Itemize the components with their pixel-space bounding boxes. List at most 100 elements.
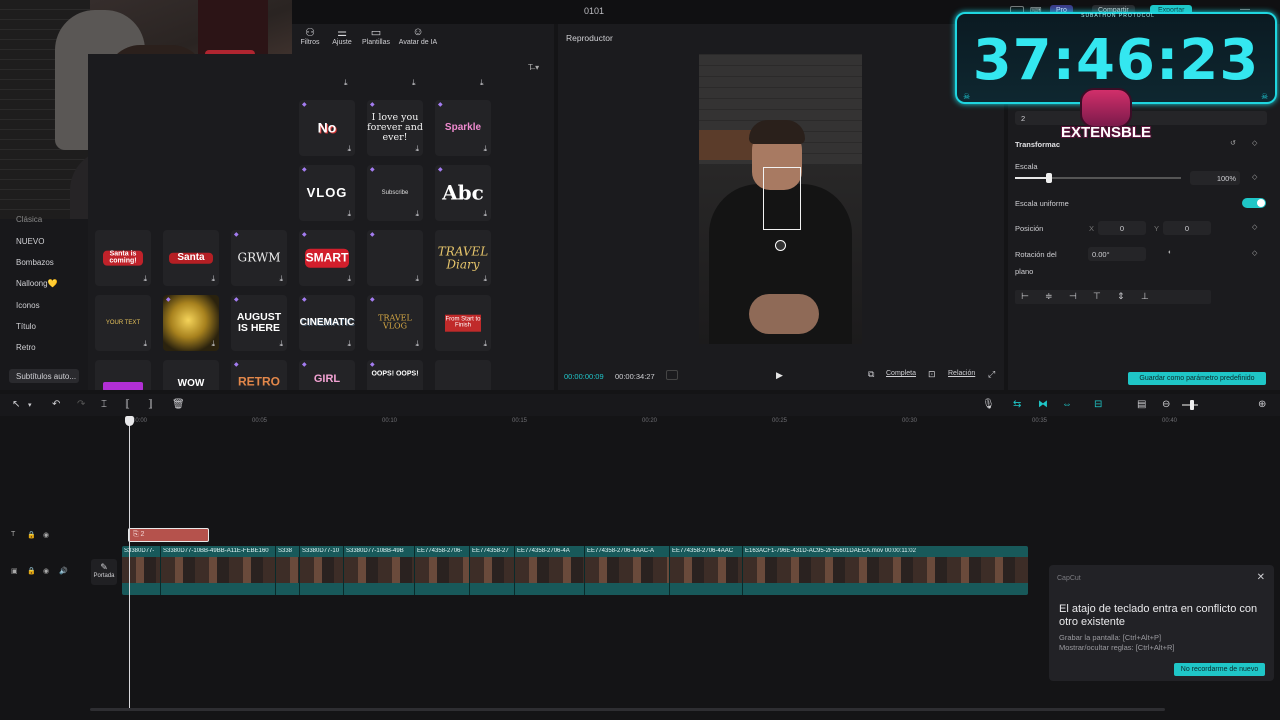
download-icon[interactable]: ⤓ [347,339,351,349]
sticker-tile[interactable]: ◆ CINEMATIC ⤓ [299,295,355,351]
magnet-icon[interactable]: ⧓ [1038,399,1048,410]
align-middle-icon[interactable]: ⇕ [1117,291,1125,302]
scale-value[interactable]: 100% [1190,171,1240,185]
speaker-icon[interactable]: 🔊 [59,567,68,575]
download-icon[interactable]: ⤓ [347,209,351,219]
video-preview[interactable] [699,54,862,344]
download-icon[interactable]: ⤓ [344,78,348,88]
trim-left-icon[interactable]: ⟦ [125,399,130,410]
scale-slider-handle[interactable] [1046,173,1052,183]
sticker-tile[interactable]: Santa ⤓ [163,230,219,286]
cat-nalloong[interactable]: Nalloong💛 [16,279,58,288]
sticker-tile[interactable]: ◆ GIRL [299,360,355,390]
cat-clasica[interactable]: Clásica [16,215,42,224]
close-icon[interactable]: ✕ [1257,572,1265,583]
split-icon[interactable]: ⌶ [101,399,107,410]
cat-nuevo[interactable]: NUEVO [16,237,44,246]
sticker-tile[interactable]: ◆ ⤓ [163,295,219,351]
sticker-tile[interactable]: WOW [163,360,219,390]
play-icon[interactable]: ▶ [776,370,783,381]
sticker-tile[interactable] [435,360,491,390]
reset-icon[interactable]: ↺ [1230,139,1236,147]
download-icon[interactable]: ⤓ [483,274,487,284]
download-icon[interactable]: ⤓ [279,339,283,349]
sticker-tile[interactable]: ◆ No ⤓ [299,100,355,156]
tab-avatar[interactable]: ☺ Avatar de IA [396,26,440,46]
cat-retro[interactable]: Retro [16,343,36,352]
download-icon[interactable]: ⤓ [415,144,419,154]
playhead-handle[interactable] [125,416,134,426]
download-icon[interactable]: ⤓ [279,274,283,284]
delete-icon[interactable]: 🗑 [172,399,185,410]
eye-icon[interactable]: ◉ [43,531,49,539]
sticker-tile[interactable]: ◆ AUGUST IS HERE ⤓ [231,295,287,351]
preview-axis-icon[interactable]: ⊟ [1094,399,1102,410]
video-clip[interactable]: EE774358-27 [470,546,515,595]
playhead[interactable] [129,418,130,708]
uniform-scale-toggle[interactable] [1242,198,1266,208]
position-x-input[interactable]: 0 [1098,221,1146,235]
keyframe-icon[interactable]: ◇ [1252,223,1257,231]
download-icon[interactable]: ⤓ [483,339,487,349]
download-icon[interactable]: ⤓ [143,274,147,284]
align-left-icon[interactable]: ⊢ [1021,291,1029,302]
fullscreen-icon[interactable]: ⤢ [988,369,995,380]
download-icon[interactable]: ⤓ [412,78,416,88]
video-track[interactable]: S3380D77- S3380D77-10BB-49BB-A11E-FEBE16… [122,546,1028,595]
microphone-icon[interactable]: 🎙 [982,399,995,410]
download-icon[interactable]: ⤓ [415,339,419,349]
lock-icon[interactable]: 🔒 [27,567,36,575]
sticker-tile[interactable]: ◆ I love you forever and ever! ⤓ [367,100,423,156]
sticker-tile[interactable] [95,360,151,390]
lock-icon[interactable]: 🔒 [27,531,36,539]
align-center-icon[interactable]: ≑ [1045,291,1053,302]
snap-icon[interactable]: ⇔ [1062,399,1072,410]
redo-icon[interactable]: ↷ [77,399,85,410]
sticker-tile[interactable]: ◆ VLOG ⤓ [299,165,355,221]
tab-filtros[interactable]: ⚇ Filtros [298,26,322,46]
video-clip[interactable]: EE774358-2706-4A [515,546,585,595]
download-icon[interactable]: ⤓ [415,274,419,284]
cursor-icon[interactable]: ↖ [12,399,20,410]
sticker-tile[interactable]: ◆ OOPS! OOPS! [367,360,423,390]
ratio-button[interactable]: Relación [948,370,975,377]
video-clip[interactable]: S3380D77-10 [300,546,344,595]
sticker-tile[interactable]: From Start to Finish ⤓ [435,295,491,351]
undo-icon[interactable]: ↶ [52,399,60,410]
sticker-tile[interactable]: ◆ Abc ⤓ [435,165,491,221]
position-y-input[interactable]: 0 [1163,221,1211,235]
video-clip[interactable]: S3380D77-10BB-49BB-A11E-FEBE160 [161,546,276,595]
cat-iconos[interactable]: Iconos [16,301,40,310]
download-icon[interactable]: ⤓ [483,144,487,154]
tab-ajuste[interactable]: ⚌ Ajuste [330,26,354,46]
zoom-out-icon[interactable]: ⊖ [1162,399,1170,410]
video-clip[interactable]: EE774358-2706-4AAC-A [585,546,670,595]
sticker-tile[interactable]: ◆ Sparkle ⤓ [435,100,491,156]
sticker-tile[interactable]: ◆ Subscribe ⤓ [367,165,423,221]
sticker-tile[interactable]: YOUR TEXT ⤓ [95,295,151,351]
zoom-in-icon[interactable]: ⊕ [1258,399,1266,410]
screenshot-icon[interactable]: ⊡ [928,369,936,380]
download-icon[interactable]: ⤓ [211,339,215,349]
download-icon[interactable]: ⤓ [483,209,487,219]
chevron-down-icon[interactable]: ▾ [28,401,32,409]
sticker-tile[interactable]: ◆ GRWM ⤓ [231,230,287,286]
text-filter-icon[interactable]: T̶ ▾ [528,63,539,72]
caption-icon[interactable]: ▤ [1137,399,1146,410]
keyframe-icon[interactable]: ◇ [1252,249,1257,257]
cover-button[interactable]: ✎ Portada [91,559,117,585]
selection-box[interactable] [763,167,801,230]
timecode-icon[interactable] [666,370,678,380]
dont-remind-button[interactable]: No recordarme de nuevo [1174,663,1265,676]
rotate-handle[interactable] [775,240,786,251]
download-icon[interactable]: ⤓ [211,274,215,284]
cat-bombazos[interactable]: Bombazos [16,258,54,267]
tab-plantillas[interactable]: ▭ Plantillas [360,26,392,46]
download-icon[interactable]: ⤓ [347,274,351,284]
save-preset-button[interactable]: Guardar como parámetro predefinido [1128,372,1266,385]
crop-icon[interactable]: ⧉ [868,369,874,380]
download-icon[interactable]: ⤓ [347,144,351,154]
rotation-dial-icon[interactable]: ◐ [1168,249,1172,256]
video-clip[interactable]: EE774358-2706- [415,546,470,595]
link-icon[interactable]: ⇆ [1013,399,1021,410]
